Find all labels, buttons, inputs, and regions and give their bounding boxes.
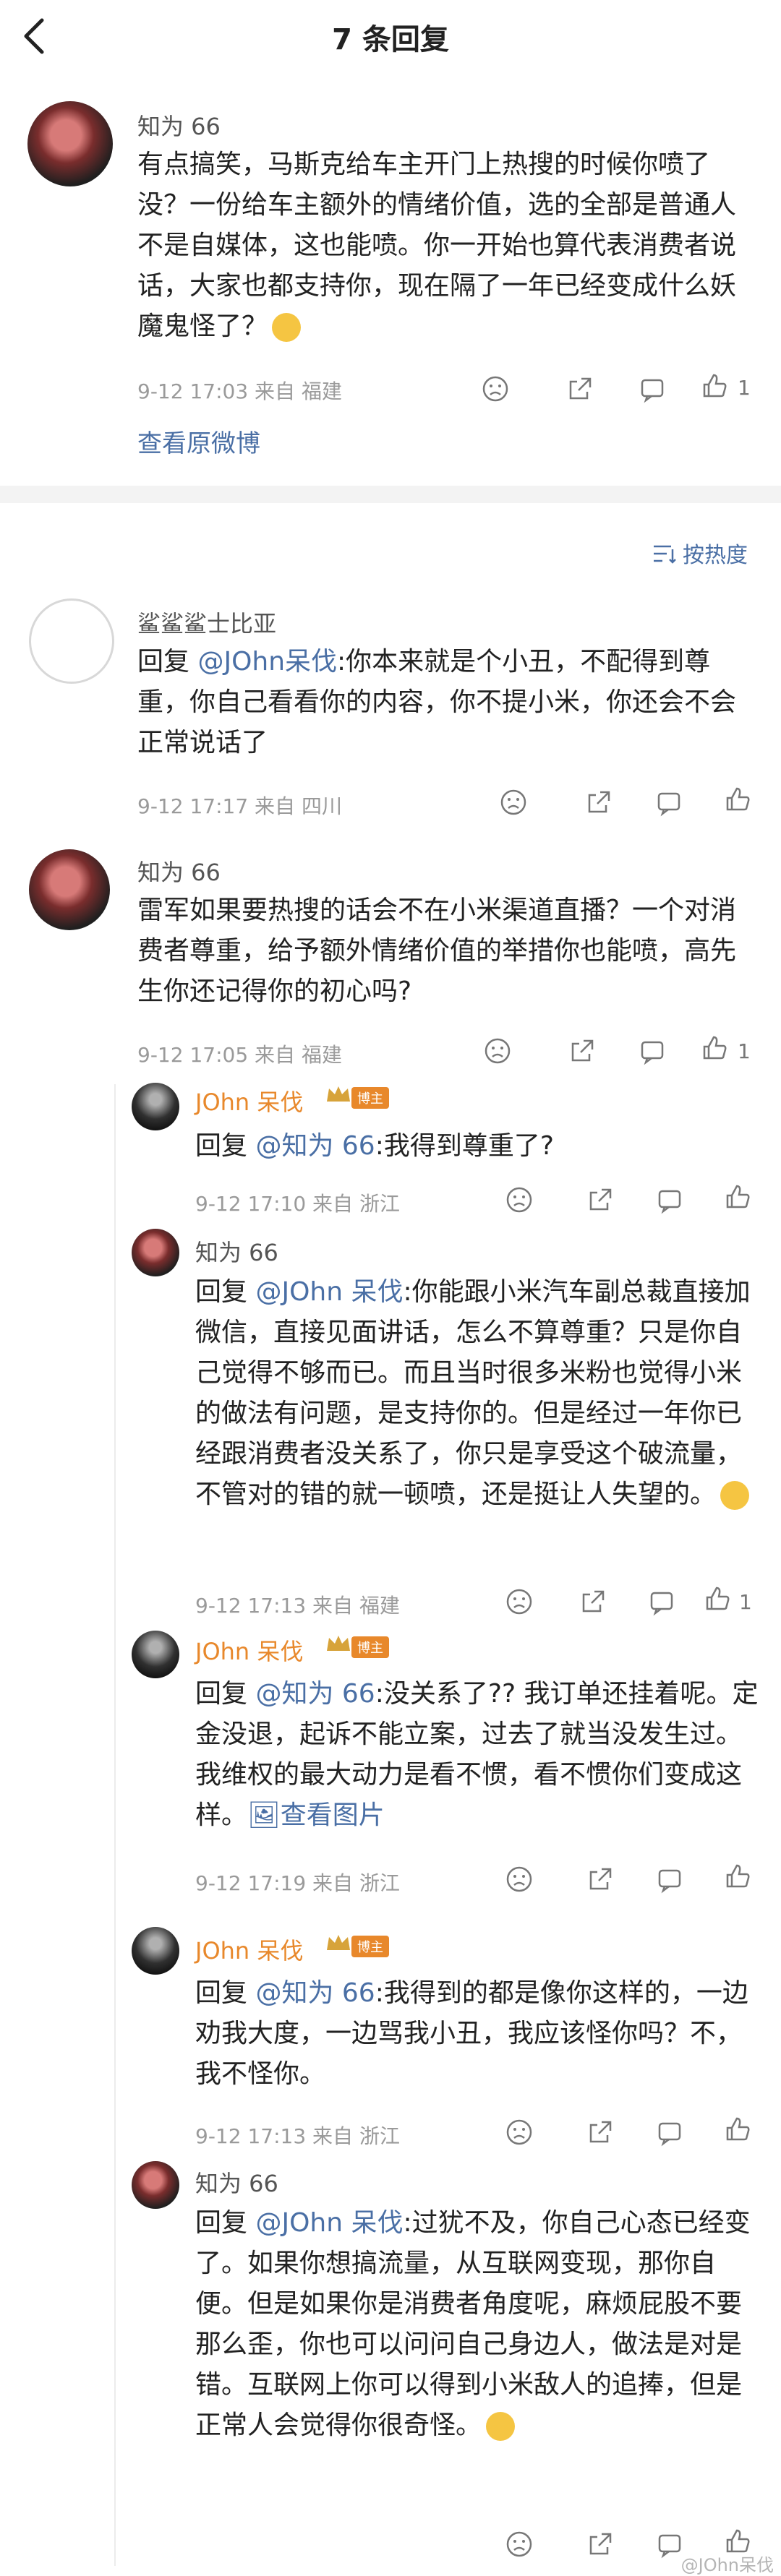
like-icon[interactable] xyxy=(723,1182,752,1211)
reply-author-name[interactable]: 知为 66 xyxy=(195,1235,278,1268)
like-count: 1 xyxy=(738,1039,751,1063)
like-icon[interactable] xyxy=(700,1034,729,1062)
reply-author-name[interactable]: 鲨鲨鲨士比亚 xyxy=(137,606,276,639)
dislike-icon[interactable] xyxy=(481,374,510,403)
blogger-badge: 博主 xyxy=(351,1087,389,1109)
dislike-icon[interactable] xyxy=(499,788,528,817)
share-icon[interactable] xyxy=(586,1185,615,1214)
comment-icon[interactable] xyxy=(638,374,667,403)
share-icon[interactable] xyxy=(579,1587,607,1616)
share-icon[interactable] xyxy=(584,788,613,817)
mention-link[interactable]: @JOhn呆伐 xyxy=(197,647,337,677)
share-icon[interactable] xyxy=(586,1865,615,1894)
reply-text: 回复 @知为 66:没关系了?? 我订单还挂着呢。定金没退，起诉不能立案，过去了… xyxy=(195,1679,759,1830)
avatar[interactable] xyxy=(132,1927,179,1975)
dislike-icon[interactable] xyxy=(505,2530,534,2559)
avatar[interactable] xyxy=(132,2161,179,2209)
blogger-badge: 博主 xyxy=(351,1636,389,1658)
reply-meta: 9-12 17:13 来自 福建 xyxy=(195,1594,400,1618)
like-icon[interactable] xyxy=(723,2115,752,2144)
crown-icon xyxy=(325,1633,351,1654)
page-title: 7 条回复 xyxy=(332,23,449,56)
share-icon[interactable] xyxy=(586,2530,615,2559)
comment-icon[interactable] xyxy=(655,2118,684,2147)
pleading-emoji-icon xyxy=(720,1481,750,1510)
mention-link[interactable]: @知为 66 xyxy=(255,1679,375,1709)
reply-meta: 9-12 17:17 来自 四川 xyxy=(137,794,342,818)
smirk-emoji-icon xyxy=(272,313,302,342)
section-divider xyxy=(0,486,781,503)
avatar[interactable] xyxy=(132,1229,179,1276)
top-bar: 7 条回复 xyxy=(0,0,781,72)
reply-text: 雷军如果要热搜的话会不在小米渠道直播？一个对消费者尊重，给予额外情绪价值的举措你… xyxy=(137,896,737,1006)
avatar[interactable] xyxy=(29,598,114,684)
mention-link[interactable]: @JOhn 呆伐 xyxy=(255,1277,403,1307)
like-count: 1 xyxy=(738,376,751,400)
mention-link[interactable]: @知为 66 xyxy=(255,1131,375,1161)
reply-meta: 9-12 17:05 来自 福建 xyxy=(137,1043,342,1067)
comment-icon[interactable] xyxy=(647,1587,676,1616)
avatar[interactable] xyxy=(29,849,110,930)
crown-icon xyxy=(325,1933,351,1953)
dislike-icon[interactable] xyxy=(505,1587,534,1616)
share-icon[interactable] xyxy=(586,2118,615,2147)
like-icon[interactable] xyxy=(700,372,729,400)
crown-icon xyxy=(325,1084,351,1104)
reply-text: 回复 @知为 66:我得到的都是像你这样的，一边劝我大度，一边骂我小丑，我应该怪… xyxy=(195,1978,748,2089)
reply-author-name[interactable]: JOhn 呆伐 xyxy=(195,1933,303,1966)
share-icon[interactable] xyxy=(566,374,594,403)
comment-icon[interactable] xyxy=(638,1036,667,1065)
reply-meta: 9-12 17:19 来自 浙江 xyxy=(195,1871,400,1895)
share-icon[interactable] xyxy=(568,1036,597,1065)
comment-icon[interactable] xyxy=(655,2530,684,2559)
smirk-emoji-icon xyxy=(486,2412,516,2441)
like-icon[interactable] xyxy=(703,1584,732,1613)
mention-link[interactable]: @JOhn 呆伐 xyxy=(255,2208,403,2238)
dislike-icon[interactable] xyxy=(483,1036,512,1065)
avatar[interactable] xyxy=(27,101,113,186)
dislike-icon[interactable] xyxy=(505,1865,534,1894)
sort-icon[interactable] xyxy=(649,539,678,568)
reply-meta: 9-12 17:13 来自 浙江 xyxy=(195,2124,400,2148)
watermark: @JOhn呆伐 xyxy=(680,2555,774,2575)
reply-meta: 9-12 17:10 来自 浙江 xyxy=(195,1192,400,1216)
thread-line xyxy=(114,1084,116,2566)
like-count: 1 xyxy=(739,1590,752,1614)
blogger-badge: 博主 xyxy=(351,1936,389,1957)
reply-text: 回复 @JOhn呆伐:你本来就是个小丑，不配得到尊重，你自己看看你的内容，你不提… xyxy=(137,647,737,757)
dislike-icon[interactable] xyxy=(505,1185,534,1214)
comment-icon[interactable] xyxy=(654,788,683,817)
avatar[interactable] xyxy=(132,1631,179,1678)
like-icon[interactable] xyxy=(723,785,752,814)
reply-author-name[interactable]: 知为 66 xyxy=(137,854,221,888)
post-author-name[interactable]: 知为 66 xyxy=(137,108,221,142)
reply-author-name[interactable]: 知为 66 xyxy=(195,2165,278,2199)
comment-icon[interactable] xyxy=(655,1865,684,1894)
dislike-icon[interactable] xyxy=(505,2118,534,2147)
view-original-link[interactable]: 查看原微博 xyxy=(137,424,260,464)
reply-author-name[interactable]: JOhn 呆伐 xyxy=(195,1633,303,1667)
post-text: 有点搞笑，马斯克给车主开门上热搜的时候你喷了没？一份给车主额外的情绪价值，选的全… xyxy=(137,150,737,342)
reply-author-name[interactable]: JOhn 呆伐 xyxy=(195,1084,303,1117)
reply-text: 回复 @JOhn 呆伐:你能跟小米汽车副总裁直接加微信，直接见面讲话，怎么不算尊… xyxy=(195,1277,751,1510)
sort-by-heat[interactable]: 按热度 xyxy=(683,537,748,569)
mention-link[interactable]: @知为 66 xyxy=(255,1978,375,2008)
avatar[interactable] xyxy=(132,1083,179,1130)
reply-text: 回复 @JOhn 呆伐:过犹不及，你自己心态已经变了。如果你想搞流量，从互联网变… xyxy=(195,2208,751,2441)
comment-icon[interactable] xyxy=(655,1185,684,1214)
reply-text: 回复 @知为 66:我得到尊重了? xyxy=(195,1131,554,1161)
view-image-link[interactable]: 🖼查看图片 xyxy=(247,1800,385,1830)
post-meta: 9-12 17:03 来自 福建 xyxy=(137,379,342,403)
like-icon[interactable] xyxy=(723,1862,752,1891)
